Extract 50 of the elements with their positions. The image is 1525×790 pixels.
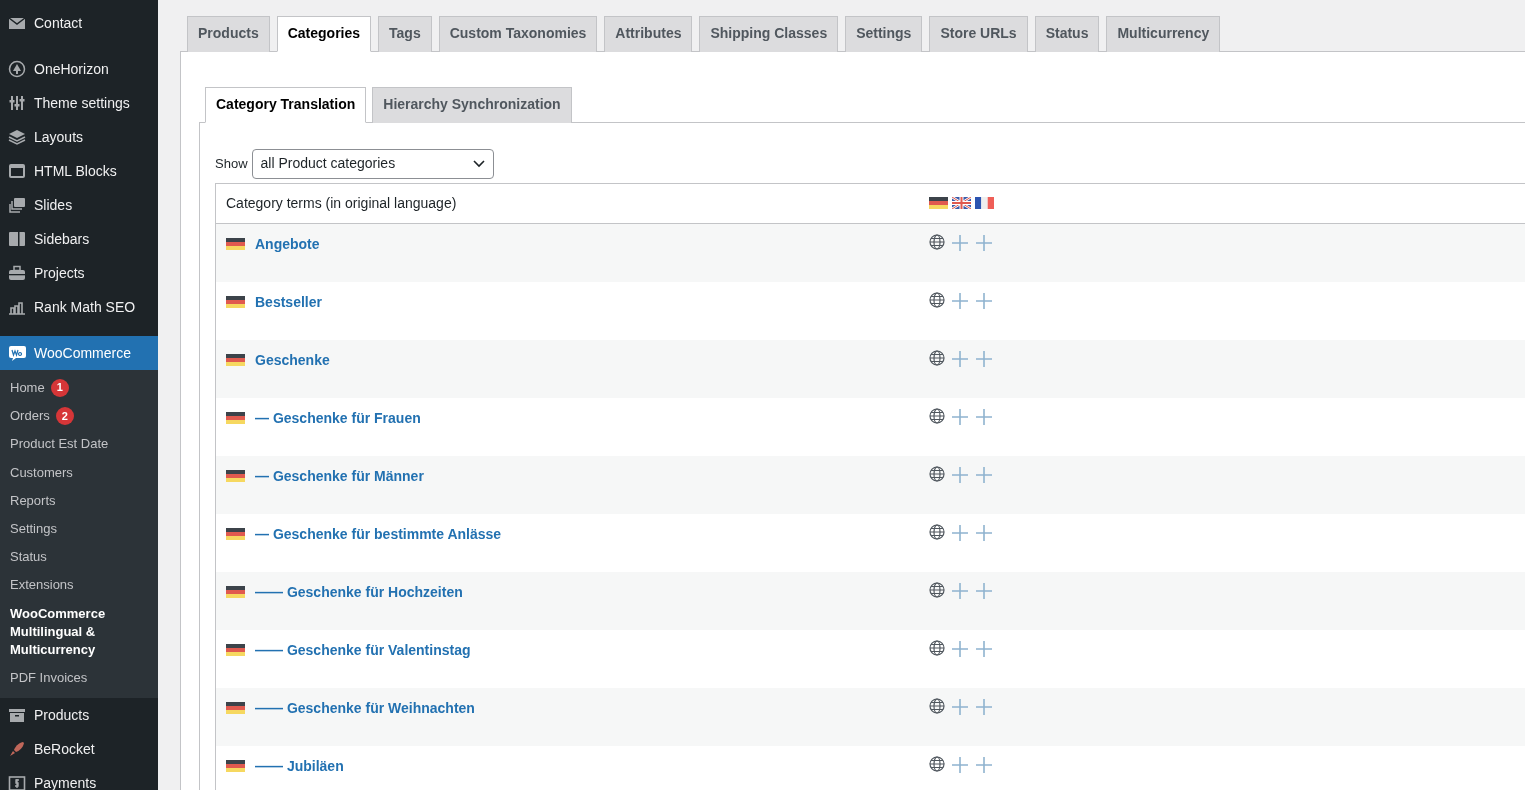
submenu-item[interactable]: Status: [0, 543, 158, 572]
menu-item[interactable]: Payments: [0, 766, 158, 790]
submenu-item[interactable]: Extensions: [0, 571, 158, 600]
submenu-item[interactable]: Settings: [0, 514, 158, 544]
menu-item[interactable]: Products: [0, 698, 158, 733]
tab[interactable]: Multicurrency: [1106, 16, 1221, 52]
category-link[interactable]: — Geschenke für Männer: [255, 465, 424, 487]
count-badge: 1: [50, 379, 69, 398]
tab[interactable]: Hierarchy Synchronization: [372, 86, 572, 123]
submenu-item[interactable]: WooCommerce Multilingual & Multicurrency: [0, 599, 158, 665]
count-badge: 2: [55, 407, 74, 426]
category-link[interactable]: —— Geschenke für Valentinstag: [255, 639, 471, 661]
tab[interactable]: Custom Taxonomies: [438, 16, 598, 52]
category-link[interactable]: —— Jubiläen: [255, 755, 344, 777]
category-link[interactable]: Geschenke: [255, 349, 330, 371]
show-label: Show: [215, 154, 248, 173]
menu-item[interactable]: WooCommerce: [0, 336, 158, 370]
menu-item[interactable]: Rank Math SEO: [0, 290, 158, 324]
tab[interactable]: Attributes: [604, 16, 693, 52]
category-link[interactable]: —— Geschenke für Hochzeiten: [255, 581, 463, 603]
menu-item[interactable]: Theme settings: [0, 86, 158, 120]
tab[interactable]: Shipping Classes: [699, 16, 839, 52]
category-link[interactable]: — Geschenke für bestimmte Anlässe: [255, 523, 502, 545]
menu-item[interactable]: Layouts: [0, 120, 158, 154]
menu-item[interactable]: BeRocket: [0, 732, 158, 767]
category-link[interactable]: —— Geschenke für Weihnachten: [255, 697, 475, 719]
category-link[interactable]: Bestseller: [255, 291, 322, 313]
tab[interactable]: Store URLs: [929, 16, 1028, 52]
tab[interactable]: Status: [1034, 16, 1100, 52]
tab[interactable]: Category Translation: [205, 86, 367, 123]
tab[interactable]: Categories: [276, 16, 372, 52]
submenu-item[interactable]: Orders 2: [0, 402, 158, 431]
menu-item[interactable]: HTML Blocks: [0, 154, 158, 188]
submenu-item[interactable]: Reports: [0, 486, 158, 515]
tab[interactable]: Tags: [378, 16, 432, 52]
menu-item[interactable]: Sidebars: [0, 222, 158, 256]
category-link[interactable]: — Geschenke für Frauen: [255, 407, 421, 429]
category-select[interactable]: all Product categories: [251, 148, 494, 179]
category-link[interactable]: Angebote: [255, 233, 320, 255]
menu-item[interactable]: OneHorizon: [0, 52, 158, 86]
tab[interactable]: Settings: [845, 16, 923, 52]
menu-item[interactable]: Contact: [0, 6, 158, 40]
submenu-item[interactable]: Customers: [0, 458, 158, 487]
submenu-item[interactable]: Product Est Date: [0, 430, 158, 459]
column-header: Category terms (in original language): [226, 193, 458, 213]
submenu-item[interactable]: PDF Invoices: [0, 664, 158, 693]
tab[interactable]: Products: [187, 16, 270, 52]
menu-item[interactable]: Slides: [0, 188, 158, 222]
menu-item[interactable]: Projects: [0, 256, 158, 290]
submenu-item[interactable]: Home 1: [0, 374, 158, 403]
